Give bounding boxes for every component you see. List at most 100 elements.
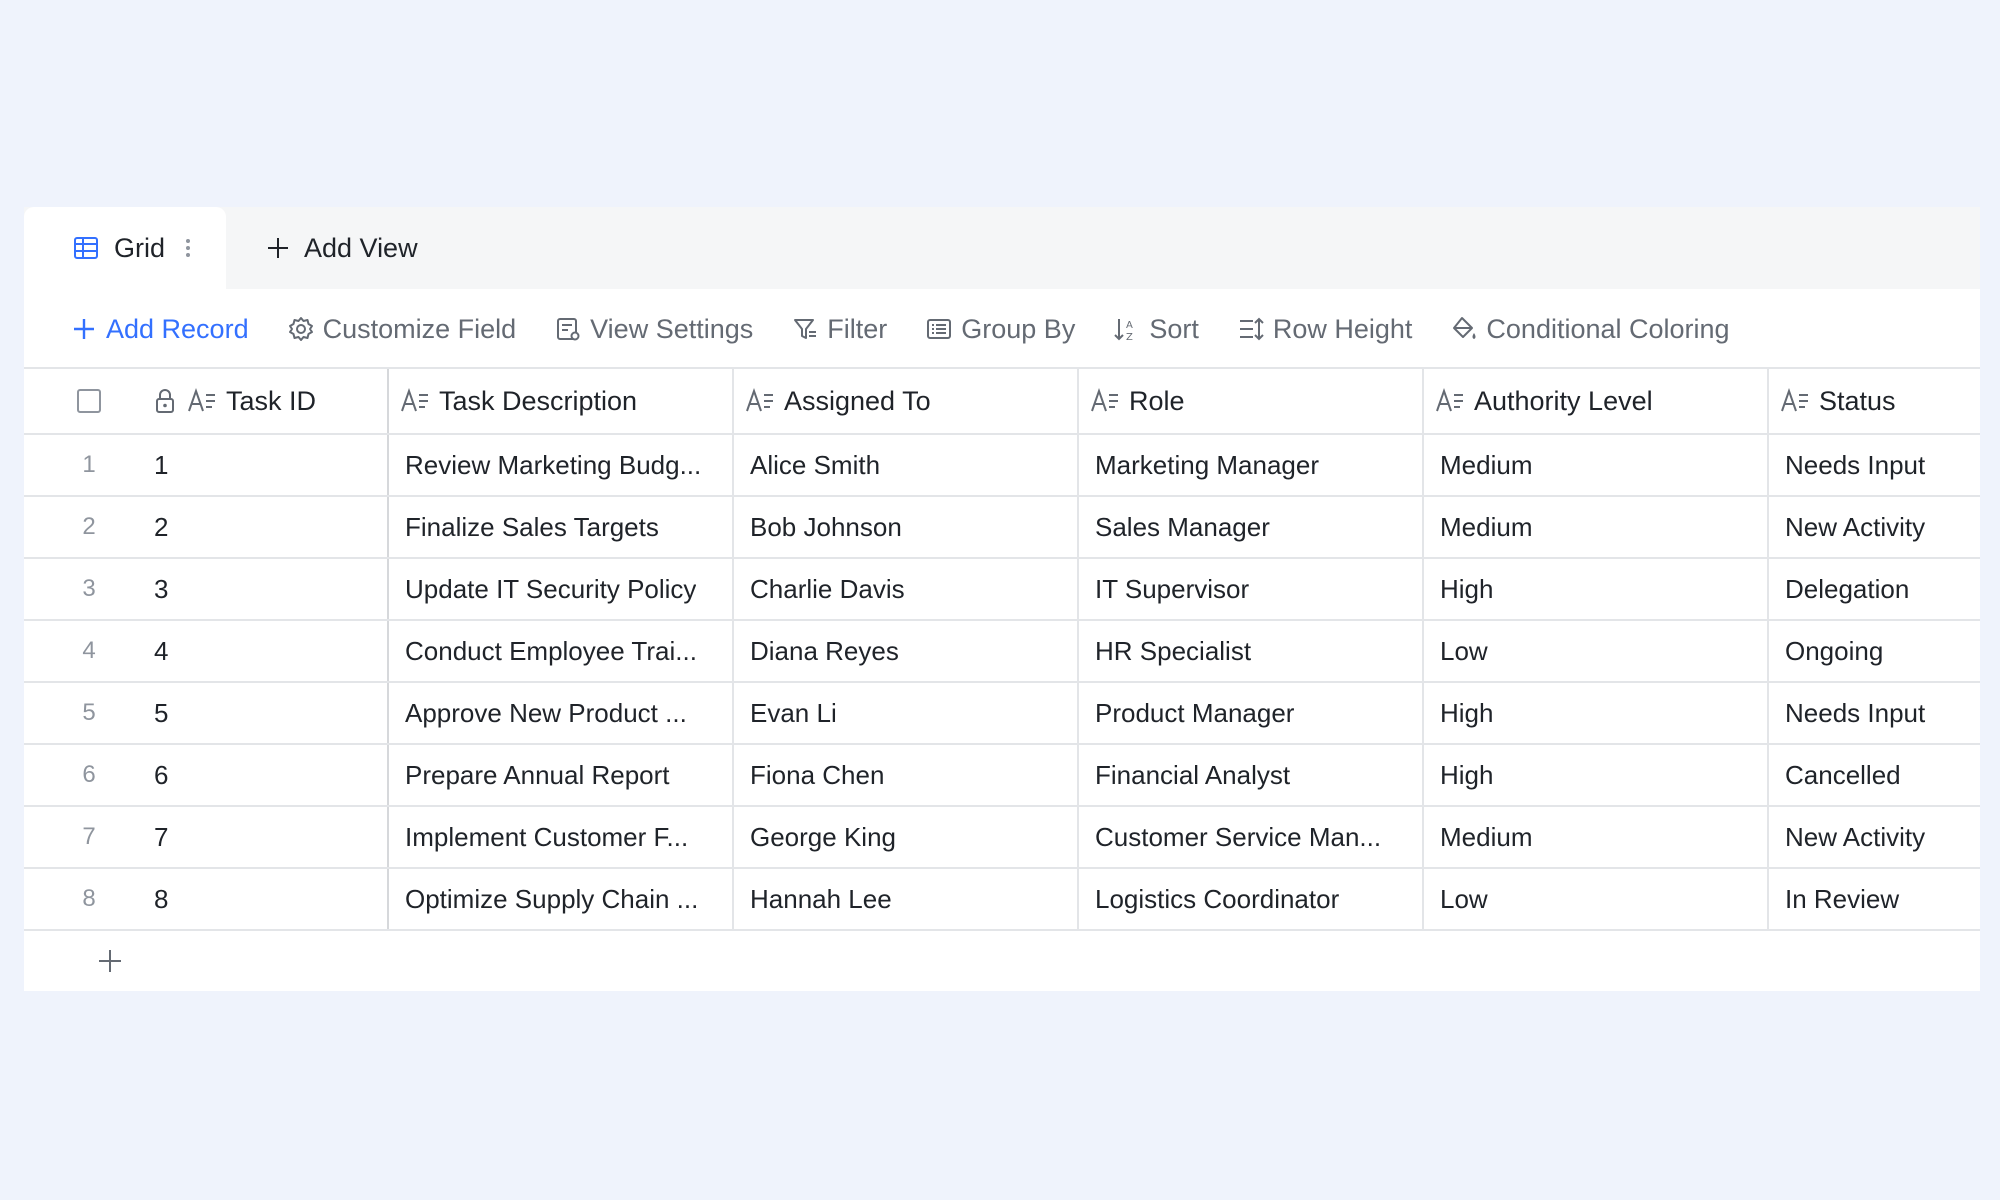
cell-role[interactable]: Marketing Manager <box>1079 435 1424 495</box>
cell-authority-level[interactable]: High <box>1424 683 1769 743</box>
customize-field-button[interactable]: Customize Field <box>287 307 516 351</box>
cell-assigned-to[interactable]: Diana Reyes <box>734 621 1079 681</box>
cell-authority-level[interactable]: Low <box>1424 869 1769 929</box>
text-field-icon <box>401 387 428 412</box>
cell-task-description[interactable]: Approve New Product ... <box>389 683 734 743</box>
conditional-coloring-label: Conditional Coloring <box>1486 313 1730 344</box>
cell-authority-level[interactable]: Low <box>1424 621 1769 681</box>
cell-status[interactable]: Cancelled <box>1769 745 1980 805</box>
cell-text: Update IT Security Policy <box>405 573 697 604</box>
cell-task-description[interactable]: Review Marketing Budg... <box>389 435 734 495</box>
cell-text: Implement Customer F... <box>405 821 689 852</box>
cell-task-id[interactable]: 8 <box>154 869 389 929</box>
column-header-task-description[interactable]: Task Description <box>389 369 734 433</box>
tab-grid-label: Grid <box>114 232 166 263</box>
cell-task-id[interactable]: 3 <box>154 559 389 619</box>
cell-assigned-to[interactable]: Alice Smith <box>734 435 1079 495</box>
cell-role[interactable]: Sales Manager <box>1079 497 1424 557</box>
cell-status[interactable]: In Review <box>1769 869 1980 929</box>
cell-task-id[interactable]: 1 <box>154 435 389 495</box>
cell-assigned-to[interactable]: Bob Johnson <box>734 497 1079 557</box>
cell-task-description[interactable]: Prepare Annual Report <box>389 745 734 805</box>
cell-status[interactable]: Needs Input <box>1769 683 1980 743</box>
cell-text: Approve New Product ... <box>405 697 687 728</box>
cell-task-id[interactable]: 4 <box>154 621 389 681</box>
cell-status[interactable]: Delegation <box>1769 559 1980 619</box>
row-index: 2 <box>82 513 96 540</box>
cell-task-description[interactable]: Optimize Supply Chain ... <box>389 869 734 929</box>
table-row[interactable]: 4 4 Conduct Employee Trai... Diana Reyes… <box>24 621 1980 683</box>
cell-role[interactable]: IT Supervisor <box>1079 559 1424 619</box>
add-record-button[interactable]: Add Record <box>70 307 249 351</box>
cell-role[interactable]: Customer Service Man... <box>1079 807 1424 867</box>
add-view-button[interactable]: Add View <box>264 207 418 289</box>
cell-task-description[interactable]: Conduct Employee Trai... <box>389 621 734 681</box>
row-height-icon <box>1239 317 1264 341</box>
column-header-task-id-label: Task ID <box>226 385 317 416</box>
view-tab-bar: Grid Add View <box>24 207 1980 289</box>
column-header-role[interactable]: Role <box>1079 369 1424 433</box>
column-header-task-id[interactable]: Task ID <box>154 369 389 433</box>
cell-authority-level[interactable]: Medium <box>1424 435 1769 495</box>
tab-grid[interactable]: Grid <box>24 207 226 289</box>
select-all-checkbox[interactable] <box>77 389 101 413</box>
row-index: 8 <box>82 885 96 912</box>
cell-role[interactable]: Financial Analyst <box>1079 745 1424 805</box>
sort-button[interactable]: A Z Sort <box>1113 307 1199 351</box>
view-settings-label: View Settings <box>590 313 754 344</box>
view-settings-button[interactable]: View Settings <box>554 307 753 351</box>
table-row[interactable]: 1 1 Review Marketing Budg... Alice Smith… <box>24 435 1980 497</box>
text-field-icon <box>1436 387 1463 412</box>
column-header-status[interactable]: Status <box>1769 369 1980 433</box>
cell-status[interactable]: Ongoing <box>1769 621 1980 681</box>
column-header-assigned-to[interactable]: Assigned To <box>734 369 1079 433</box>
paint-bucket-icon <box>1453 317 1476 339</box>
cell-status[interactable]: Needs Input <box>1769 435 1980 495</box>
cell-task-id[interactable]: 7 <box>154 807 389 867</box>
cell-assigned-to[interactable]: Fiona Chen <box>734 745 1079 805</box>
add-row-plus-icon[interactable] <box>96 947 124 975</box>
cell-role[interactable]: Logistics Coordinator <box>1079 869 1424 929</box>
cell-authority-level[interactable]: High <box>1424 745 1769 805</box>
table-row[interactable]: 6 6 Prepare Annual Report Fiona Chen Fin… <box>24 745 1980 807</box>
cell-assigned-to[interactable]: Evan Li <box>734 683 1079 743</box>
cell-task-description[interactable]: Implement Customer F... <box>389 807 734 867</box>
group-by-button[interactable]: Group By <box>925 307 1075 351</box>
cell-task-id[interactable]: 2 <box>154 497 389 557</box>
cell-status[interactable]: New Activity <box>1769 807 1980 867</box>
cell-task-id[interactable]: 6 <box>154 745 389 805</box>
cell-text: Prepare Annual Report <box>405 759 670 790</box>
cell-authority-level[interactable]: Medium <box>1424 497 1769 557</box>
filter-button[interactable]: Filter <box>791 307 887 351</box>
header-row: Task ID Task Description Assigned To Rol… <box>24 369 1980 435</box>
table-row[interactable]: 3 3 Update IT Security Policy Charlie Da… <box>24 559 1980 621</box>
table-row[interactable]: 7 7 Implement Customer F... George King … <box>24 807 1980 869</box>
cell-task-description[interactable]: Finalize Sales Targets <box>389 497 734 557</box>
cell-text: Finalize Sales Targets <box>405 511 659 542</box>
cell-assigned-to[interactable]: Hannah Lee <box>734 869 1079 929</box>
row-index: 4 <box>82 637 96 664</box>
sort-icon: A Z <box>1114 319 1133 343</box>
more-vertical-icon[interactable] <box>183 234 193 262</box>
table-view-panel: Grid Add View Add Record Customize Field… <box>24 207 1980 991</box>
table-row[interactable]: 5 5 Approve New Product ... Evan Li Prod… <box>24 683 1980 745</box>
conditional-coloring-button[interactable]: Conditional Coloring <box>1450 307 1730 351</box>
table-row[interactable]: 8 8 Optimize Supply Chain ... Hannah Lee… <box>24 869 1980 931</box>
row-index: 1 <box>82 451 96 478</box>
column-header-authority-level[interactable]: Authority Level <box>1424 369 1769 433</box>
table-row[interactable]: 2 2 Finalize Sales Targets Bob Johnson S… <box>24 497 1980 559</box>
cell-authority-level[interactable]: Medium <box>1424 807 1769 867</box>
cell-task-id[interactable]: 5 <box>154 683 389 743</box>
column-header-role-label: Role <box>1129 385 1185 416</box>
cell-assigned-to[interactable]: George King <box>734 807 1079 867</box>
row-height-button[interactable]: Row Height <box>1237 307 1412 351</box>
cell-authority-level[interactable]: High <box>1424 559 1769 619</box>
cell-role[interactable]: HR Specialist <box>1079 621 1424 681</box>
cell-task-description[interactable]: Update IT Security Policy <box>389 559 734 619</box>
sort-label: Sort <box>1149 313 1199 344</box>
cell-status[interactable]: New Activity <box>1769 497 1980 557</box>
cell-role[interactable]: Product Manager <box>1079 683 1424 743</box>
lock-icon <box>156 389 174 413</box>
text-field-icon <box>188 387 215 412</box>
cell-assigned-to[interactable]: Charlie Davis <box>734 559 1079 619</box>
